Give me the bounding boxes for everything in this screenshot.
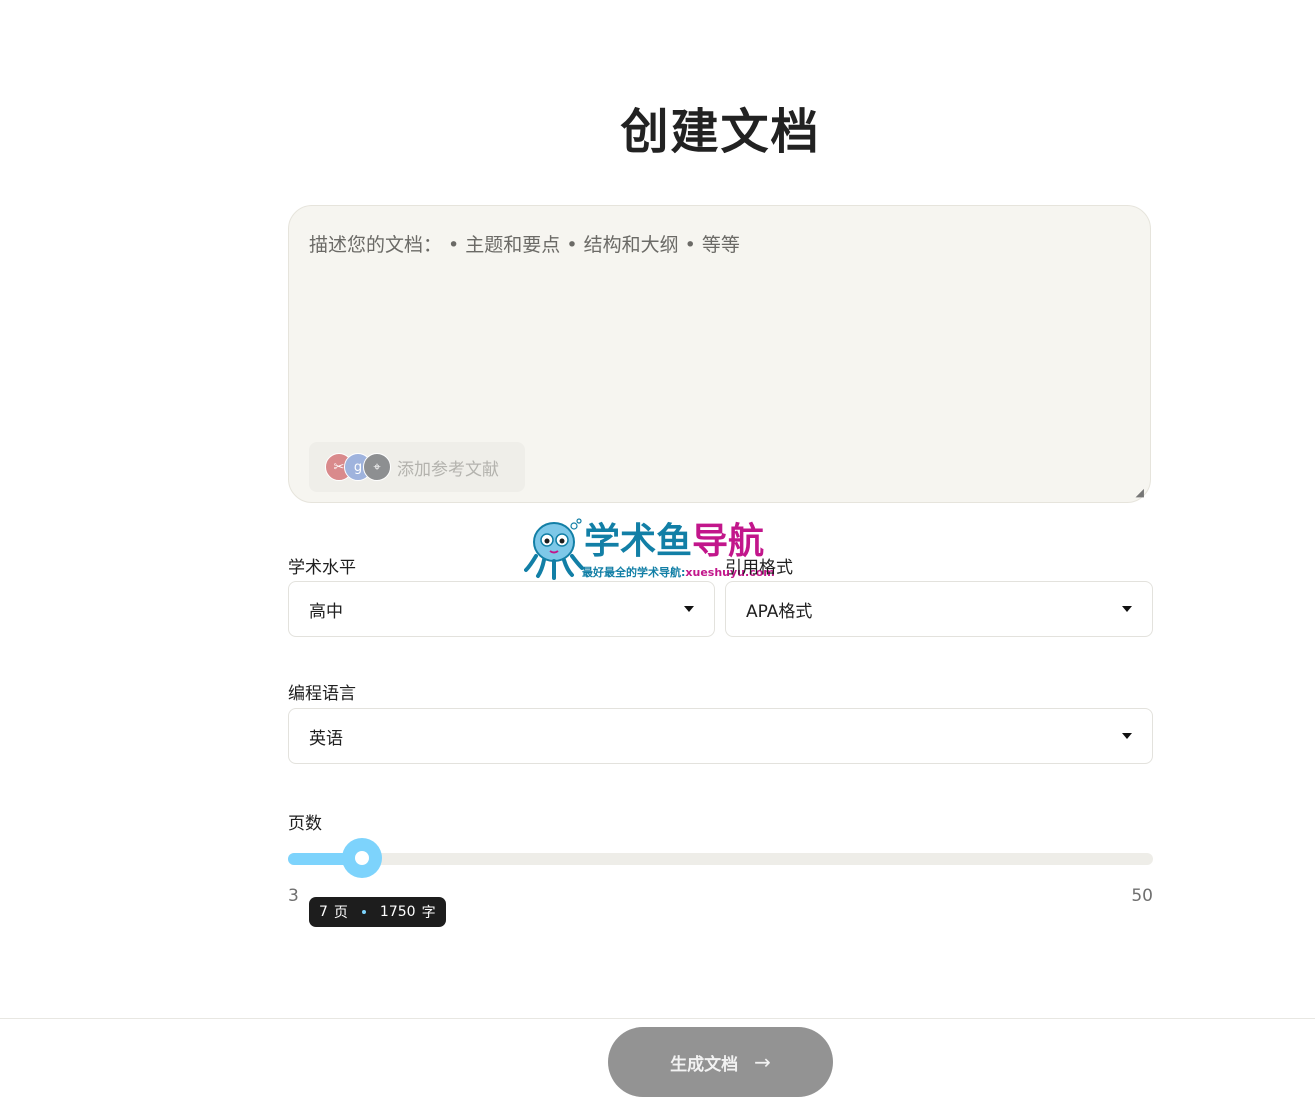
- add-reference-label: 添加参考文献: [397, 459, 499, 480]
- tooltip-separator-dot: [361, 910, 366, 914]
- page-count-tooltip: 7页 1750 字: [309, 897, 446, 927]
- page-count-label: 页数: [288, 814, 322, 834]
- chevron-down-icon: [1122, 606, 1132, 612]
- citation-style-label: 引用格式: [725, 558, 793, 578]
- pin-icon: ⌖: [363, 453, 391, 481]
- citation-style-value: APA格式: [746, 601, 813, 622]
- language-label: 编程语言: [288, 684, 356, 704]
- language-value: 英语: [309, 728, 343, 749]
- academic-level-select[interactable]: 高中: [288, 581, 715, 637]
- octopus-mascot-icon: [524, 518, 584, 580]
- reference-source-icons: ✂ g ⌖: [325, 453, 397, 481]
- tooltip-words-value: 1750: [379, 904, 416, 920]
- generate-document-button[interactable]: 生成文档 →: [608, 1027, 833, 1097]
- chevron-down-icon: [1122, 733, 1132, 739]
- create-document-page: 创建文档 描述您的文档： • 主题和要点 • 结构和大纲 • 等等 ✂ g ⌖ …: [0, 0, 1315, 1100]
- slider-min-label: 3: [288, 886, 299, 906]
- slider-max-label: 50: [1131, 886, 1153, 906]
- resize-handle-icon[interactable]: ◢: [1136, 487, 1144, 498]
- language-select[interactable]: 英语: [288, 708, 1153, 764]
- description-placeholder: 描述您的文档： • 主题和要点 • 结构和大纲 • 等等: [309, 234, 740, 256]
- add-reference-button[interactable]: ✂ g ⌖ 添加参考文献: [309, 442, 525, 492]
- tooltip-pages-unit: 页: [333, 905, 348, 921]
- citation-style-select[interactable]: APA格式: [725, 581, 1153, 637]
- page-title: 创建文档: [620, 104, 821, 160]
- page-count-slider[interactable]: [288, 838, 1153, 878]
- tooltip-words-unit: 字: [421, 905, 436, 921]
- academic-level-label: 学术水平: [288, 558, 356, 578]
- arrow-right-icon: →: [754, 1050, 771, 1074]
- chevron-down-icon: [684, 606, 694, 612]
- slider-thumb-dot: [355, 851, 369, 865]
- footer-divider: [0, 1018, 1315, 1019]
- slider-thumb[interactable]: [342, 838, 382, 878]
- document-description-textarea[interactable]: 描述您的文档： • 主题和要点 • 结构和大纲 • 等等 ✂ g ⌖ 添加参考文…: [288, 205, 1151, 503]
- generate-button-label: 生成文档: [670, 1054, 739, 1075]
- watermark-title-part1: 学术鱼: [584, 521, 693, 562]
- watermark-subtitle-part1: 最好最全的学术导航:: [582, 566, 686, 579]
- tooltip-pages-value: 7: [319, 904, 328, 920]
- academic-level-value: 高中: [309, 601, 343, 622]
